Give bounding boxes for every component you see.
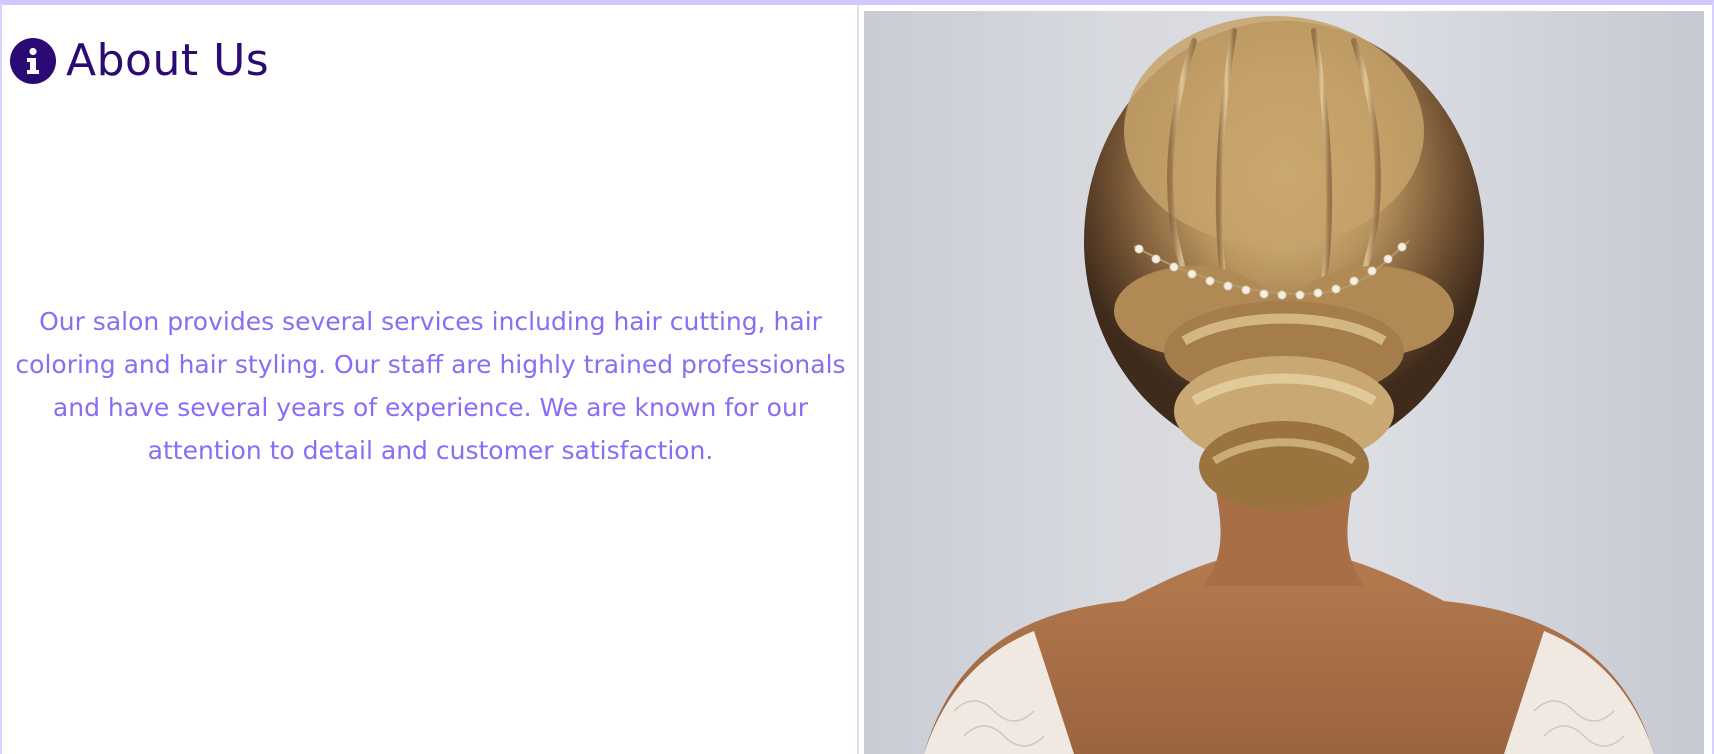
about-title: About Us (66, 35, 270, 86)
info-circle-icon (10, 37, 56, 84)
hairstyle-illustration (924, 16, 1654, 754)
column-divider (857, 5, 859, 754)
section-heading: About Us (10, 35, 269, 86)
hairstyle-photo (864, 11, 1704, 754)
about-section: About Us Our salon provides several serv… (2, 5, 857, 754)
about-description: Our salon provides several services incl… (15, 307, 846, 465)
